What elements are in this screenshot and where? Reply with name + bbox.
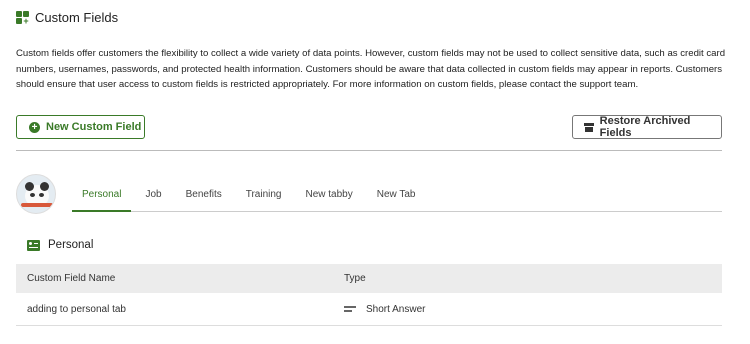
new-custom-field-label: New Custom Field: [46, 121, 142, 133]
tab-bar: Personal Job Benefits Training New tabby…: [72, 183, 722, 212]
id-card-icon: [27, 239, 40, 251]
custom-fields-icon: +: [16, 10, 30, 25]
new-custom-field-button[interactable]: + New Custom Field: [16, 115, 145, 139]
restore-archived-fields-button[interactable]: Restore Archived Fields: [572, 115, 722, 139]
column-header-name: Custom Field Name: [27, 273, 116, 284]
field-name-cell[interactable]: adding to personal tab: [16, 304, 333, 315]
tab-training[interactable]: Training: [236, 183, 292, 212]
short-answer-icon: [344, 306, 356, 312]
page-title: Custom Fields: [35, 10, 119, 25]
column-header-type: Type: [344, 273, 366, 284]
archive-box-icon: [584, 122, 594, 132]
plus-circle-icon: +: [29, 121, 40, 133]
tab-new-tabby[interactable]: New tabby: [296, 183, 363, 212]
description-text: Custom fields offer customers the flexib…: [16, 48, 726, 90]
page-header: + Custom Fields: [16, 10, 118, 25]
tab-personal[interactable]: Personal: [72, 183, 132, 212]
section-title: Personal: [48, 239, 94, 251]
custom-fields-table: Custom Field Name Type adding to persona…: [16, 264, 722, 326]
tab-benefits[interactable]: Benefits: [176, 183, 232, 212]
restore-archived-fields-label: Restore Archived Fields: [599, 115, 691, 139]
section-header: Personal: [27, 239, 93, 251]
tab-new-tab[interactable]: New Tab: [367, 183, 426, 212]
field-type-label: Short Answer: [366, 303, 426, 315]
table-row[interactable]: adding to personal tab Short Answer: [16, 293, 722, 326]
table-header: Custom Field Name Type: [16, 264, 722, 293]
tab-job[interactable]: Job: [135, 183, 171, 212]
avatar: [16, 174, 56, 214]
divider: [16, 150, 722, 151]
field-type-cell: Short Answer: [333, 304, 425, 315]
